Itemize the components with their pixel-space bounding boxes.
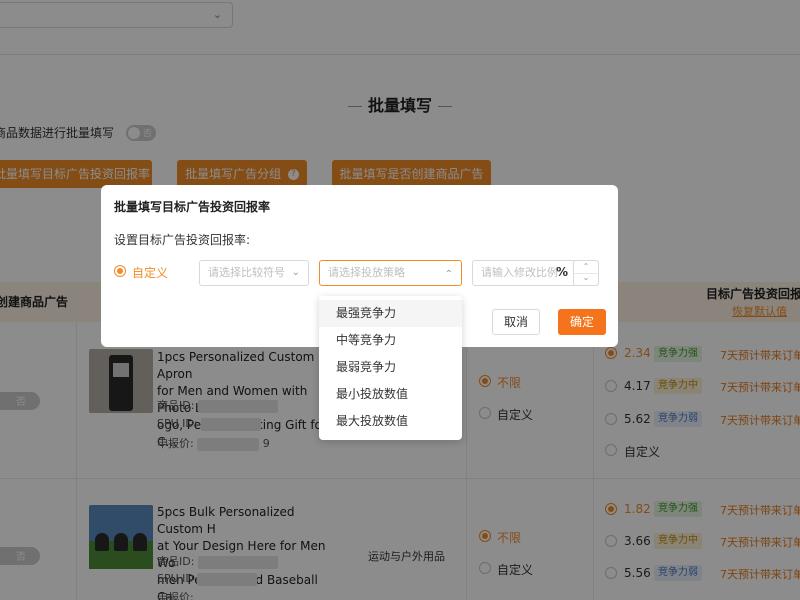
strategy-dropdown-menu: 最强竞争力 中等竞争力 最弱竞争力 最小投放数值 最大投放数值 <box>319 296 462 440</box>
dropdown-option[interactable]: 最大投放数值 <box>319 408 462 435</box>
cancel-button[interactable]: 取消 <box>492 309 540 335</box>
chevron-down-icon: ⌄ <box>291 267 300 278</box>
dropdown-option[interactable]: 最弱竞争力 <box>319 354 462 381</box>
custom-option-radio[interactable] <box>114 265 126 277</box>
compare-placeholder: 请选择比较符号 <box>208 266 285 279</box>
stepper-down-icon[interactable]: ⌄ <box>574 273 598 282</box>
ratio-stepper[interactable]: ⌃ ⌄ <box>573 260 599 286</box>
dropdown-option[interactable]: 最小投放数值 <box>319 381 462 408</box>
custom-option-label[interactable]: 自定义 <box>132 264 168 281</box>
strategy-placeholder: 请选择投放策略 <box>328 266 405 279</box>
stepper-up-icon[interactable]: ⌃ <box>574 262 598 271</box>
strategy-select[interactable]: 请选择投放策略 ⌃ <box>319 260 462 286</box>
percent-sign: % <box>556 265 569 279</box>
compare-operator-select[interactable]: 请选择比较符号 ⌄ <box>199 260 309 286</box>
modal-title: 批量填写目标广告投资回报率 <box>114 200 271 214</box>
chevron-up-icon: ⌃ <box>444 269 453 280</box>
modal-field-label: 设置目标广告投资回报率: <box>114 233 251 247</box>
ratio-placeholder: 请输入修改比例 <box>481 266 558 279</box>
dropdown-option[interactable]: 中等竞争力 <box>319 327 462 354</box>
dropdown-option[interactable]: 最强竞争力 <box>319 300 462 327</box>
confirm-button[interactable]: 确定 <box>558 309 606 335</box>
